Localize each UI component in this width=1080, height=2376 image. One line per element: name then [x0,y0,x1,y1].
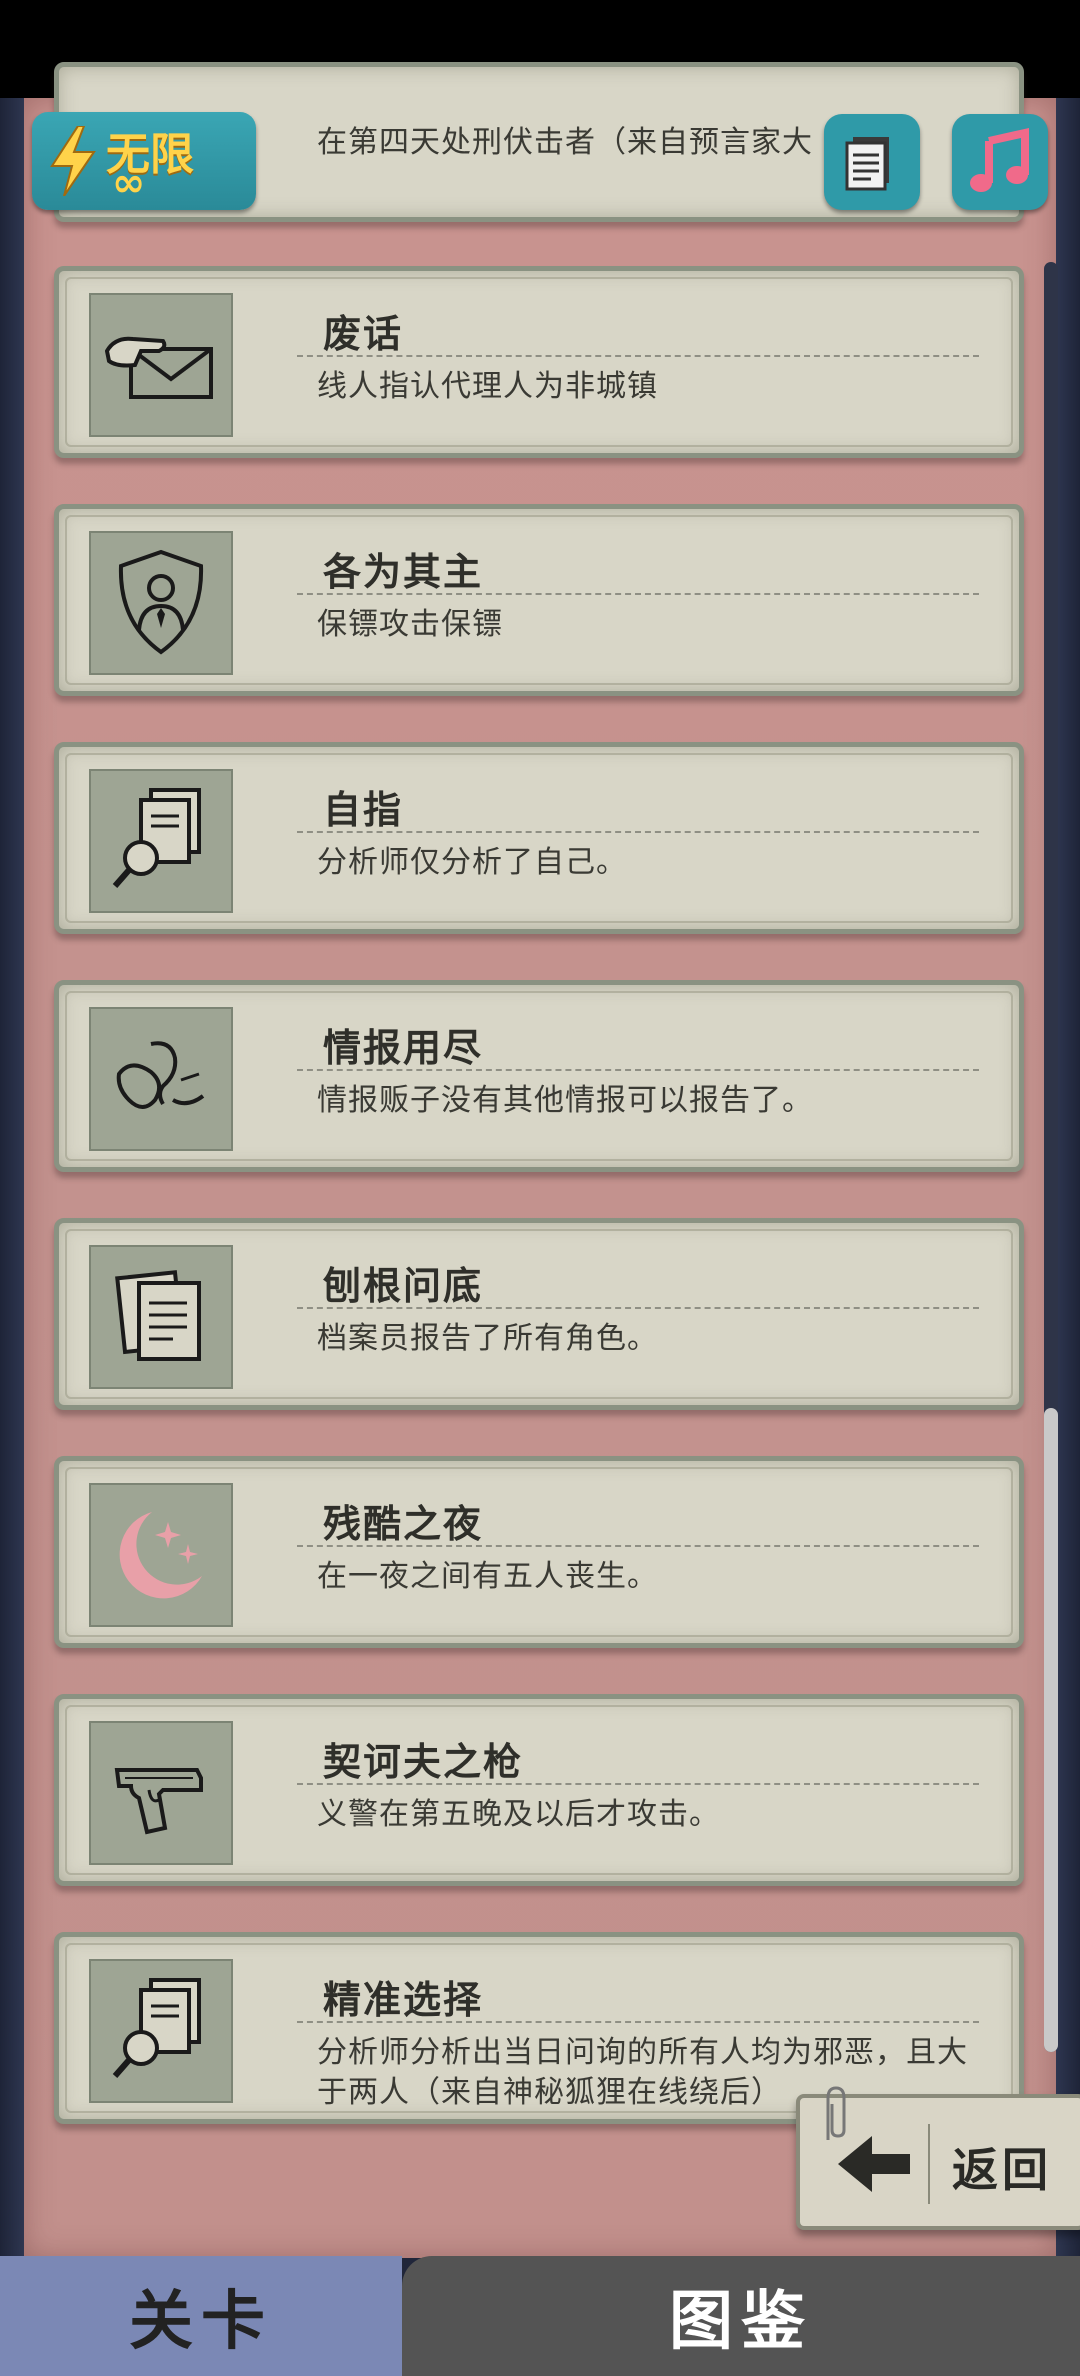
divider [297,593,979,595]
achievement-title: 情报用尽 [323,1026,484,1070]
hand-envelope-icon [105,336,213,399]
achievement-icon-box [89,1007,233,1151]
achievement-title: 残酷之夜 [323,1502,484,1546]
documents-icon [115,1270,201,1361]
achievement-title: 废话 [323,312,404,356]
achievement-card[interactable]: 自指 分析师仅分析了自己。 [54,742,1024,934]
achievement-title: 各为其主 [323,550,484,594]
document-magnifier-icon [112,788,201,888]
background-right [1056,98,1080,2258]
achievement-desc: 在一夜之间有五人丧生。 [317,1559,658,1594]
back-label: 返回 [952,2143,1052,2197]
achievement-desc: 情报贩子没有其他情报可以报告了。 [317,1083,813,1118]
achievement-card[interactable]: 废话 线人指认代理人为非城镇 [54,266,1024,458]
document-icon [845,137,889,191]
pistol-icon [114,1768,203,1835]
divider [297,1307,979,1309]
background-left [0,98,24,2258]
music-note-icon [970,128,1029,192]
achievement-desc: 义警在第五晚及以后才攻击。 [317,1797,720,1832]
achievement-desc: 分析师仅分析了自己。 [317,845,627,880]
infinity-symbol: ∞ [112,160,146,206]
document-magnifier-icon [112,1978,201,2078]
achievement-icon-box [89,1959,233,2103]
back-arrow-icon [838,2136,910,2192]
divider [297,1783,979,1785]
achievement-title: 自指 [323,788,404,832]
achievement-title: 精准选择 [323,1978,484,2022]
infinite-energy-badge[interactable]: 无限 ∞ [32,112,256,210]
achievement-desc: 保镖攻击保镖 [317,607,503,642]
achievement-title: 刨根问底 [323,1264,484,1308]
moon-stars-icon [119,1512,202,1599]
document-button[interactable] [824,114,920,210]
achievement-icon-box [89,769,233,913]
divider [297,831,979,833]
achievement-icon-box [89,1245,233,1389]
divider [297,1545,979,1547]
achievement-desc: 线人指认代理人为非城镇 [317,369,658,404]
lightning-icon [50,126,96,196]
back-button[interactable]: 返回 [796,2086,1080,2230]
shield-person-icon [118,549,204,655]
whisper-icon [116,1041,205,1109]
achievement-title: 契诃夫之枪 [323,1740,524,1784]
music-button[interactable] [952,114,1048,210]
achievement-desc: 档案员报告了所有角色。 [317,1321,658,1356]
achievement-card[interactable]: 契诃夫之枪 义警在第五晚及以后才攻击。 [54,1694,1024,1886]
achievement-icon-box [89,1721,233,1865]
achievement-icon-box [89,531,233,675]
scrollbar-thumb[interactable] [1044,1408,1058,2052]
achievement-card[interactable]: 各为其主 保镖攻击保镖 [54,504,1024,696]
achievement-card[interactable]: 残酷之夜 在一夜之间有五人丧生。 [54,1456,1024,1648]
divider [928,2124,930,2204]
tab-levels[interactable]: 关卡 [0,2256,402,2376]
divider [297,2021,979,2023]
achievement-icon-box [89,293,233,437]
achievement-icon-box [89,1483,233,1627]
achievement-card[interactable]: 情报用尽 情报贩子没有其他情报可以报告了。 [54,980,1024,1172]
divider [297,355,979,357]
tab-gallery[interactable]: 图鉴 [402,2256,1080,2376]
achievement-card[interactable]: 刨根问底 档案员报告了所有角色。 [54,1218,1024,1410]
divider [297,1069,979,1071]
